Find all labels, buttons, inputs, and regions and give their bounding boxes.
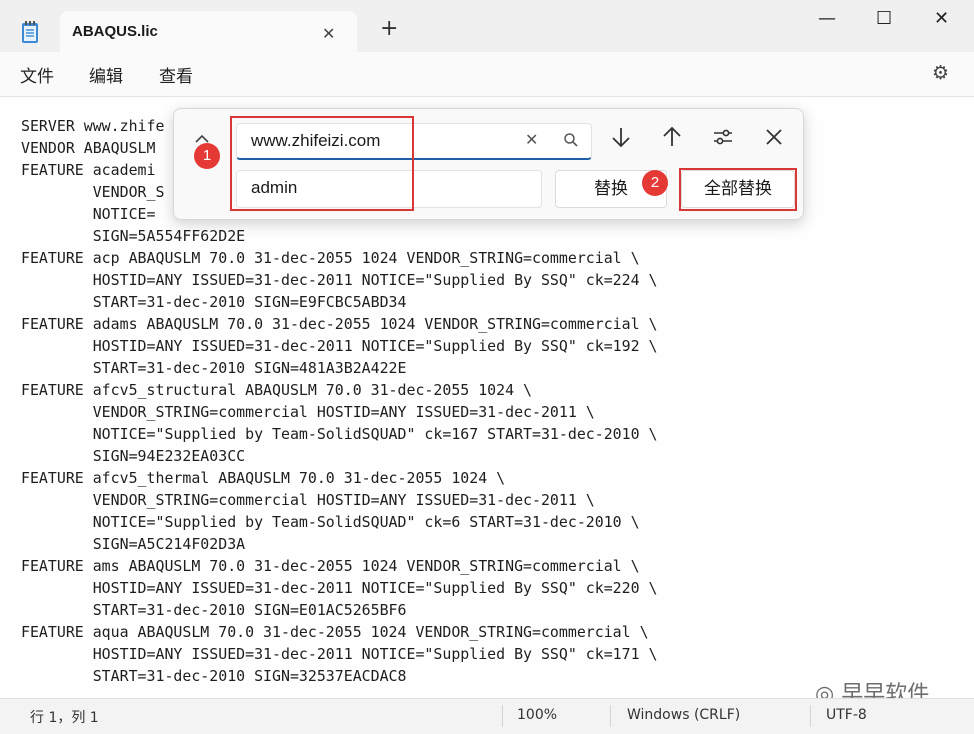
- find-input-box[interactable]: ✕: [236, 123, 592, 160]
- replace-input-box[interactable]: [236, 170, 542, 208]
- search-icon[interactable]: [563, 132, 579, 148]
- status-separator: [502, 705, 503, 727]
- status-separator: [810, 705, 811, 727]
- notepad-app-icon: [22, 21, 38, 43]
- editor-line: START=31-dec-2010 SIGN=32537EACDAC8: [21, 667, 407, 685]
- editor-line: NOTICE="Supplied by Team-SolidSQUAD" ck=…: [21, 513, 640, 531]
- editor-line: SIGN=5A554FF62D2E: [21, 227, 246, 245]
- editor-line: HOSTID=ANY ISSUED=31-dec-2011 NOTICE="Su…: [21, 579, 658, 597]
- editor-line: HOSTID=ANY ISSUED=31-dec-2011 NOTICE="Su…: [21, 645, 658, 663]
- arrow-up-icon[interactable]: [661, 125, 683, 149]
- replace-input[interactable]: [249, 177, 513, 199]
- editor-line: FEATURE aqua ABAQUSLM 70.0 31-dec-2055 1…: [21, 623, 649, 641]
- menu-file[interactable]: 文件: [20, 62, 54, 87]
- editor-line: START=31-dec-2010 SIGN=E01AC5265BF6: [21, 601, 407, 619]
- editor-line: START=31-dec-2010 SIGN=E9FCBC5ABD34: [21, 293, 407, 311]
- tab-close-icon[interactable]: ✕: [322, 24, 335, 43]
- replace-all-button[interactable]: 全部替换: [681, 170, 795, 208]
- status-zoom: 100%: [517, 707, 558, 723]
- options-sliders-icon[interactable]: [712, 125, 734, 149]
- editor-line: FEATURE acp ABAQUSLM 70.0 31-dec-2055 10…: [21, 249, 640, 267]
- editor-line: FEATURE afcv5_thermal ABAQUSLM 70.0 31-d…: [21, 469, 506, 487]
- clear-find-icon[interactable]: ✕: [525, 130, 538, 149]
- status-cursor-position: 行 1，列 1: [30, 710, 99, 726]
- maximize-button[interactable]: ☐: [876, 8, 892, 29]
- minimize-button[interactable]: —: [818, 8, 836, 29]
- editor-line: SIGN=94E232EA03CC: [21, 447, 246, 465]
- status-bar: 行 1，列 1 100% Windows (CRLF) UTF-8: [0, 698, 974, 734]
- status-encoding: UTF-8: [826, 707, 867, 723]
- title-bar: ABAQUS.lic ✕ + — ☐ ✕: [0, 0, 974, 52]
- menu-view[interactable]: 查看: [159, 62, 193, 87]
- editor-line: HOSTID=ANY ISSUED=31-dec-2011 NOTICE="Su…: [21, 271, 658, 289]
- status-separator: [610, 705, 611, 727]
- close-button[interactable]: ✕: [934, 8, 949, 29]
- tab-title: ABAQUS.lic: [72, 23, 158, 40]
- editor-line: HOSTID=ANY ISSUED=31-dec-2011 NOTICE="Su…: [21, 337, 658, 355]
- menu-edit[interactable]: 编辑: [89, 62, 123, 87]
- close-panel-icon[interactable]: [763, 125, 785, 149]
- tab-abaqus-lic[interactable]: ABAQUS.lic ✕: [60, 11, 357, 52]
- editor-line: FEATURE adams ABAQUSLM 70.0 31-dec-2055 …: [21, 315, 658, 333]
- find-input[interactable]: [249, 130, 513, 152]
- editor-line: FEATURE afcv5_structural ABAQUSLM 70.0 3…: [21, 381, 533, 399]
- arrow-down-icon[interactable]: [610, 125, 632, 149]
- annotation-badge-2: 2: [642, 170, 668, 196]
- editor-line: VENDOR_STRING=commercial HOSTID=ANY ISSU…: [21, 491, 595, 509]
- find-replace-panel: ✕ 替换 全部替换: [173, 108, 804, 220]
- editor-line: SIGN=A5C214F02D3A: [21, 535, 246, 553]
- menu-bar: 文件 编辑 查看 ⚙: [0, 52, 974, 96]
- editor-line: START=31-dec-2010 SIGN=481A3B2A422E: [21, 359, 407, 377]
- editor-line: FEATURE ams ABAQUSLM 70.0 31-dec-2055 10…: [21, 557, 640, 575]
- editor-line: VENDOR_STRING=commercial HOSTID=ANY ISSU…: [21, 403, 595, 421]
- annotation-badge-1: 1: [194, 143, 220, 169]
- new-tab-button[interactable]: +: [380, 18, 398, 40]
- editor-line: NOTICE="Supplied by Team-SolidSQUAD" ck=…: [21, 425, 658, 443]
- status-line-ending: Windows (CRLF): [627, 707, 741, 723]
- settings-gear-icon[interactable]: ⚙: [932, 62, 949, 84]
